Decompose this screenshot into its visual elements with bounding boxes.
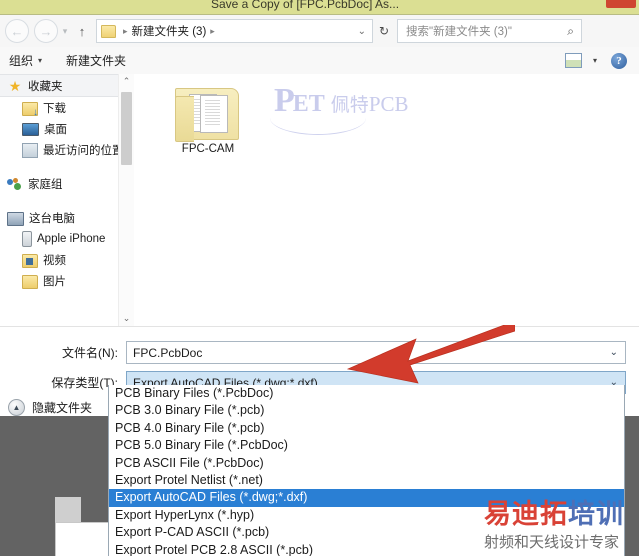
watermark-swoosh	[270, 118, 366, 135]
scroll-down-icon[interactable]: ⌄	[119, 311, 134, 326]
chevron-down-icon: ▾	[38, 56, 43, 65]
screenshot-root: Save a Copy of [FPC.PcbDoc] As... ← → ▾ …	[0, 0, 639, 556]
dropdown-option[interactable]: PCB 4.0 Binary File (*.pcb)	[109, 420, 624, 437]
backdrop-white-panel	[55, 522, 109, 556]
forward-arrow-icon: →	[39, 23, 53, 39]
backdrop-gray-block	[55, 497, 81, 523]
close-button[interactable]	[606, 0, 636, 8]
sidebar-item-downloads[interactable]: 下载	[0, 97, 118, 118]
new-folder-button[interactable]: 新建文件夹	[66, 52, 126, 69]
dropdown-option[interactable]: PCB ASCII File (*.PcbDoc)	[109, 455, 624, 472]
watermark-tagline: 射频和天线设计专家	[484, 533, 620, 551]
window-titlebar: Save a Copy of [FPC.PcbDoc] As...	[0, 0, 639, 14]
folder-front	[175, 96, 194, 142]
chevron-down-icon[interactable]: ⌄	[610, 347, 618, 358]
sidebar-item-label: 最近访问的位置	[43, 144, 119, 157]
sidebar-item-label: 视频	[43, 254, 66, 267]
window-title: Save a Copy of [FPC.PcbDoc] As...	[210, 0, 400, 11]
filename-value: FPC.PcbDoc	[133, 345, 203, 360]
organize-label: 组织	[9, 54, 34, 68]
star-icon: ★	[8, 77, 22, 94]
scroll-up-icon[interactable]: ⌃	[119, 74, 134, 89]
watermark-pet-pcb: PET 佩特PCB	[274, 82, 409, 120]
scrollbar-thumb[interactable]	[121, 92, 132, 165]
forward-button[interactable]: →	[34, 19, 58, 43]
watermark-p: P	[274, 82, 295, 119]
dropdown-option[interactable]: PCB Binary Files (*.PcbDoc)	[109, 385, 624, 402]
breadcrumb-separator-2[interactable]: ▸	[210, 26, 215, 37]
back-button[interactable]: ←	[5, 19, 29, 43]
search-placeholder: 搜索"新建文件夹 (3)"	[406, 26, 512, 38]
watermark-brand-line: 易迪拓培训	[484, 500, 636, 530]
homegroup-icon	[7, 177, 23, 191]
chevron-down-icon[interactable]: ▾	[593, 56, 597, 65]
sidebar-scrollbar[interactable]: ⌃ ⌄	[118, 74, 134, 326]
navigation-sidebar[interactable]: ★ 收藏夹 下载 桌面 最近访问的位置 家庭组	[0, 74, 119, 326]
sidebar-item-homegroup[interactable]: 家庭组	[0, 173, 118, 194]
pictures-folder-icon	[22, 274, 38, 289]
folder-doc	[200, 95, 228, 133]
sidebar-item-label: 这台电脑	[29, 212, 75, 225]
history-dropdown-button[interactable]: ▾	[58, 26, 72, 37]
sidebar-item-videos[interactable]: 视频	[0, 249, 118, 270]
desktop-icon	[22, 123, 39, 136]
phone-icon	[22, 231, 32, 247]
file-item-label: FPC-CAM	[181, 143, 235, 155]
watermark-yiditup: 易迪拓培训 射频和天线设计专家	[484, 500, 636, 556]
sidebar-item-label: 桌面	[44, 123, 67, 136]
sidebar-item-pictures[interactable]: 图片	[0, 270, 118, 291]
dropdown-option[interactable]: PCB 5.0 Binary File (*.PcbDoc)	[109, 437, 624, 454]
chevron-down-icon[interactable]: ⌄	[352, 26, 372, 37]
sidebar-item-label: 家庭组	[28, 178, 63, 191]
sidebar-item-label: Apple iPhone	[37, 232, 106, 245]
address-bar[interactable]: ▸ 新建文件夹 (3) ▸ ⌄	[96, 19, 373, 43]
navigation-bar: ← → ▾ ↑ ▸ 新建文件夹 (3) ▸ ⌄ ↻ 搜索"新建文件夹 (3)" …	[0, 15, 639, 48]
command-bar-right: ▾ ?	[564, 52, 639, 69]
sidebar-item-label: 下载	[43, 102, 66, 115]
sidebar-item-apple-iphone[interactable]: Apple iPhone	[0, 228, 118, 249]
watermark-pcb: PCB	[368, 92, 409, 116]
organize-menu-button[interactable]: 组织 ▾	[9, 52, 42, 69]
filename-row: 文件名(N): FPC.PcbDoc ⌄	[0, 341, 626, 364]
sidebar-item-desktop[interactable]: 桌面	[0, 118, 118, 139]
watermark-brand-part1: 易迪拓	[484, 499, 568, 530]
file-list-panel[interactable]: FPC-CAM PET 佩特PCB	[134, 74, 639, 326]
sidebar-item-this-pc[interactable]: 这台电脑	[0, 207, 118, 228]
new-folder-label: 新建文件夹	[66, 54, 127, 68]
watermark-brand-part2: 培训	[568, 499, 624, 530]
sidebar-item-label: 收藏夹	[28, 80, 63, 93]
dropdown-option[interactable]: Export Protel Netlist (*.net)	[109, 472, 624, 489]
help-icon[interactable]: ?	[611, 52, 627, 69]
watermark-et: ET	[292, 91, 325, 117]
command-bar: 组织 ▾ 新建文件夹 ▾ ?	[0, 47, 639, 75]
search-box[interactable]: 搜索"新建文件夹 (3)" ⌕	[397, 19, 582, 43]
save-copy-dialog: ← → ▾ ↑ ▸ 新建文件夹 (3) ▸ ⌄ ↻ 搜索"新建文件夹 (3)" …	[0, 14, 639, 416]
videos-folder-icon	[22, 253, 38, 268]
filename-label: 文件名(N):	[62, 346, 118, 360]
hide-folders-label: 隐藏文件夹	[32, 401, 93, 415]
breadcrumb-separator-1[interactable]: ▸	[123, 26, 128, 37]
sidebar-item-recent-places[interactable]: 最近访问的位置	[0, 139, 118, 160]
folder-icon	[175, 86, 241, 142]
breadcrumb-current-folder[interactable]: 新建文件夹 (3)	[132, 23, 207, 39]
sidebar-item-label: 图片	[43, 275, 66, 288]
search-icon: ⌕	[567, 23, 574, 38]
change-view-icon[interactable]	[564, 53, 582, 68]
back-arrow-icon: ←	[10, 23, 24, 39]
hide-folders-button[interactable]: ▲ 隐藏文件夹	[8, 399, 92, 416]
folder-icon	[101, 24, 116, 38]
this-pc-icon	[7, 211, 24, 226]
sidebar-item-favorites[interactable]: ★ 收藏夹	[0, 74, 118, 97]
list-item[interactable]: FPC-CAM	[162, 86, 254, 155]
filename-input[interactable]: FPC.PcbDoc ⌄	[126, 341, 626, 364]
recent-places-icon	[22, 142, 38, 158]
downloads-icon	[22, 101, 38, 118]
chevron-up-icon: ▲	[8, 399, 25, 416]
watermark-cn: 佩特	[330, 95, 369, 116]
up-one-level-button[interactable]: ↑	[72, 24, 92, 39]
refresh-button[interactable]: ↻	[373, 24, 395, 38]
dropdown-option[interactable]: PCB 3.0 Binary File (*.pcb)	[109, 402, 624, 419]
